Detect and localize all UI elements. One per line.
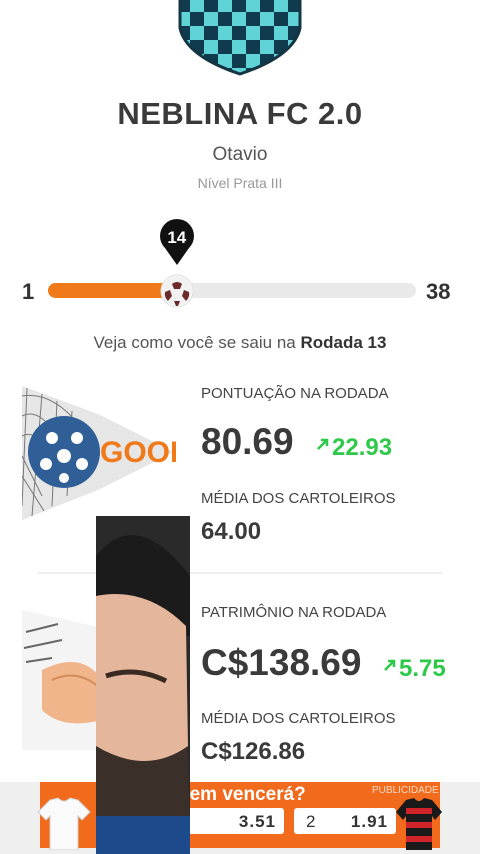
odd-choice-2: 2 — [306, 812, 316, 831]
team-name: NEBLINA FC 2.0 — [117, 96, 363, 131]
odd-option-1[interactable]: 3.51 — [178, 808, 284, 834]
score-value: 80.69 — [201, 421, 294, 462]
patrimony-value: C$138.69 — [201, 642, 362, 683]
soccer-ball-icon — [160, 274, 194, 308]
level-badge: Nível Prata III — [197, 175, 283, 191]
ad-question: uem vencerá? — [178, 784, 306, 805]
odd-value-2: 1.91 — [350, 812, 388, 831]
score-average-label: MÉDIA DOS CARTOLEIROS — [201, 490, 396, 507]
patrimony-label: PATRIMÔNIO NA RODADA — [201, 604, 387, 621]
score-delta: 22.93 — [332, 434, 393, 461]
current-round-number: 14 — [167, 228, 187, 247]
round-info: Veja como você se saiu na Rodada 13 — [93, 333, 387, 352]
patrimony-average-value: C$126.86 — [201, 738, 306, 765]
person-image — [96, 516, 190, 854]
arrow-up-icon — [317, 438, 329, 450]
score-average-value: 64.00 — [201, 518, 262, 545]
progress-fill — [48, 283, 177, 298]
red-black-jersey-icon — [396, 798, 442, 850]
progress-start-label: 1 — [22, 279, 35, 304]
patrimony-delta: 5.75 — [399, 655, 446, 682]
round-name: Rodada 13 — [300, 333, 387, 352]
odd-value-1: 3.51 — [238, 812, 276, 831]
score-label: PONTUAÇÃO NA RODADA — [201, 385, 389, 402]
progress-end-label: 38 — [426, 279, 451, 304]
camera-overlay — [96, 516, 190, 854]
goal-net-illustration: GOOL — [22, 386, 176, 520]
arrow-up-icon — [384, 659, 396, 671]
white-jersey-icon — [37, 797, 91, 850]
patrimony-average-label: MÉDIA DOS CARTOLEIROS — [201, 710, 396, 727]
ad-tag: PUBLICIDADE — [372, 785, 439, 796]
ad-banner[interactable]: uem vencerá? PUBLICIDADE 3.51 2 1.91 — [0, 782, 480, 854]
team-crest — [178, 0, 302, 76]
gool-text: GOOL — [100, 436, 176, 469]
odd-option-2[interactable]: 2 1.91 — [294, 808, 396, 834]
owner-name: Otavio — [212, 144, 268, 165]
